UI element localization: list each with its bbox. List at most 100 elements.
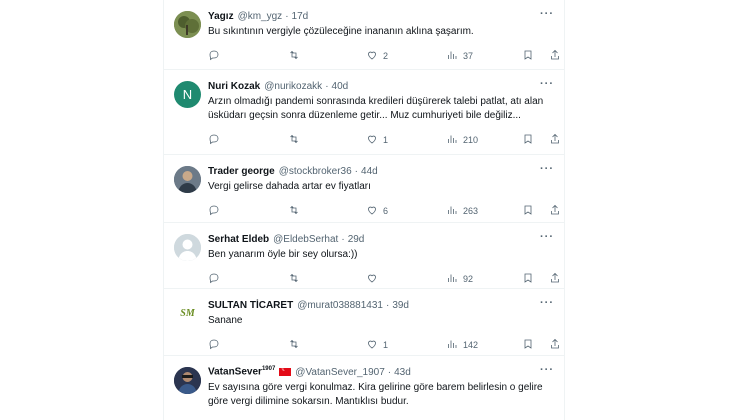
timestamp[interactable]: 44d [361, 166, 378, 177]
timestamp[interactable]: 43d [394, 367, 411, 378]
share-button[interactable] [549, 204, 561, 218]
reply-button[interactable] [208, 49, 225, 63]
timestamp[interactable]: 40d [332, 81, 349, 92]
separator-dot: · [341, 233, 345, 245]
reply-icon [208, 338, 220, 352]
bookmark-button[interactable] [522, 133, 534, 147]
like-button[interactable]: 6 [366, 204, 388, 218]
avatar[interactable]: N [174, 81, 201, 108]
retweet-button[interactable] [288, 272, 305, 286]
timestamp[interactable]: 17d [292, 11, 309, 22]
more-icon[interactable]: ··· [540, 78, 554, 90]
author-name[interactable]: Trader george [208, 166, 275, 177]
like-button[interactable]: 1 [366, 133, 388, 147]
like-icon [366, 204, 378, 218]
share-icon [549, 49, 561, 63]
views-count: 37 [463, 51, 474, 61]
bookmark-icon [522, 338, 534, 352]
more-icon[interactable]: ··· [540, 364, 554, 376]
views-button[interactable]: 263 [446, 204, 478, 218]
reply-text: Ben yanarım öyle bir sey olursa:)) [208, 249, 358, 260]
author-name[interactable]: Yagız [208, 11, 234, 22]
bookmark-button[interactable] [522, 272, 534, 286]
share-icon [549, 133, 561, 147]
avatar-letter: N [182, 87, 193, 102]
share-icon [549, 204, 561, 218]
reply-item[interactable]: N Nuri Kozak @nurikozakk · 40d ··· Arzın… [164, 70, 564, 155]
avatar[interactable]: SM [174, 300, 201, 327]
reply-item[interactable]: SM SULTAN TİCARET @murat038881431 · 39d … [164, 289, 564, 356]
like-count: 1 [383, 135, 389, 145]
share-button[interactable] [549, 133, 561, 147]
separator-dot: · [387, 366, 392, 378]
author-handle[interactable]: @murat038881431 [297, 300, 383, 311]
author-name[interactable]: Nuri Kozak [208, 81, 260, 92]
views-icon [446, 133, 458, 147]
timestamp[interactable]: 39d [392, 300, 409, 311]
reply-header: VatanSever1907 @VatanSever_1907 · 43d [208, 364, 552, 380]
reply-button[interactable] [208, 133, 225, 147]
reply-button[interactable] [208, 338, 225, 352]
views-count: 210 [463, 135, 479, 145]
author-handle[interactable]: @nurikozakk [264, 81, 322, 92]
more-icon[interactable]: ··· [540, 163, 554, 175]
share-button[interactable] [549, 338, 561, 352]
reply-icon [208, 204, 220, 218]
like-icon [366, 49, 378, 63]
reply-text: Bu sıkıntının vergiyle çözüleceğine inan… [208, 26, 474, 37]
retweet-icon [288, 133, 300, 147]
like-button[interactable]: 2 [366, 49, 388, 63]
avatar[interactable] [174, 166, 201, 193]
like-icon [366, 338, 378, 352]
timestamp[interactable]: 29d [348, 234, 365, 245]
separator-dot: · [285, 10, 289, 22]
retweet-button[interactable] [288, 133, 305, 147]
views-button[interactable]: 92 [446, 272, 473, 286]
views-button[interactable]: 37 [446, 49, 473, 63]
bookmark-icon [522, 204, 534, 218]
like-count: 2 [383, 51, 389, 61]
reply-item[interactable]: VatanSever1907 @VatanSever_1907 · 43d ··… [164, 356, 564, 420]
views-button[interactable]: 142 [446, 338, 478, 352]
author-handle[interactable]: @VatanSever_1907 [295, 367, 384, 378]
action-bar: 6 263 [208, 198, 559, 224]
author-name[interactable]: Serhat Eldeb [208, 234, 269, 245]
retweet-button[interactable] [288, 338, 305, 352]
avatar[interactable] [174, 11, 201, 38]
author-handle[interactable]: @EldebSerhat [273, 234, 338, 245]
bookmark-icon [522, 49, 534, 63]
more-icon[interactable]: ··· [540, 8, 554, 20]
separator-dot: · [325, 80, 329, 92]
author-name-text: VatanSever [208, 366, 262, 378]
views-icon [446, 338, 458, 352]
share-button[interactable] [549, 272, 561, 286]
avatar[interactable] [174, 367, 201, 394]
like-button[interactable]: 1 [366, 338, 388, 352]
author-name[interactable]: SULTAN TİCARET [208, 300, 293, 311]
action-bar: 2 37 [208, 43, 559, 69]
retweet-icon [288, 204, 300, 218]
author-name[interactable]: VatanSever1907 [208, 366, 275, 377]
reply-button[interactable] [208, 204, 225, 218]
views-button[interactable]: 210 [446, 133, 478, 147]
action-bar: 1 142 [208, 332, 559, 358]
retweet-button[interactable] [288, 49, 305, 63]
bookmark-button[interactable] [522, 49, 534, 63]
author-handle[interactable]: @km_ygz [238, 11, 283, 22]
author-handle[interactable]: @stockbroker36 [279, 166, 352, 177]
more-icon[interactable]: ··· [540, 231, 554, 243]
more-icon[interactable]: ··· [540, 297, 554, 309]
retweet-button[interactable] [288, 204, 305, 218]
separator-dot: · [385, 299, 390, 311]
bookmark-button[interactable] [522, 204, 534, 218]
bookmark-button[interactable] [522, 338, 534, 352]
views-icon [446, 204, 458, 218]
avatar[interactable] [174, 234, 201, 261]
reply-item[interactable]: Trader george @stockbroker36 · 44d ··· V… [164, 155, 564, 223]
reply-button[interactable] [208, 272, 225, 286]
reply-icon [208, 49, 220, 63]
share-button[interactable] [549, 49, 561, 63]
like-button[interactable] [366, 272, 383, 286]
reply-item[interactable]: Serhat Eldeb @EldebSerhat · 29d ··· Ben … [164, 223, 564, 289]
reply-item[interactable]: Yagız @km_ygz · 17d ··· Bu sıkıntının ve… [164, 0, 564, 70]
